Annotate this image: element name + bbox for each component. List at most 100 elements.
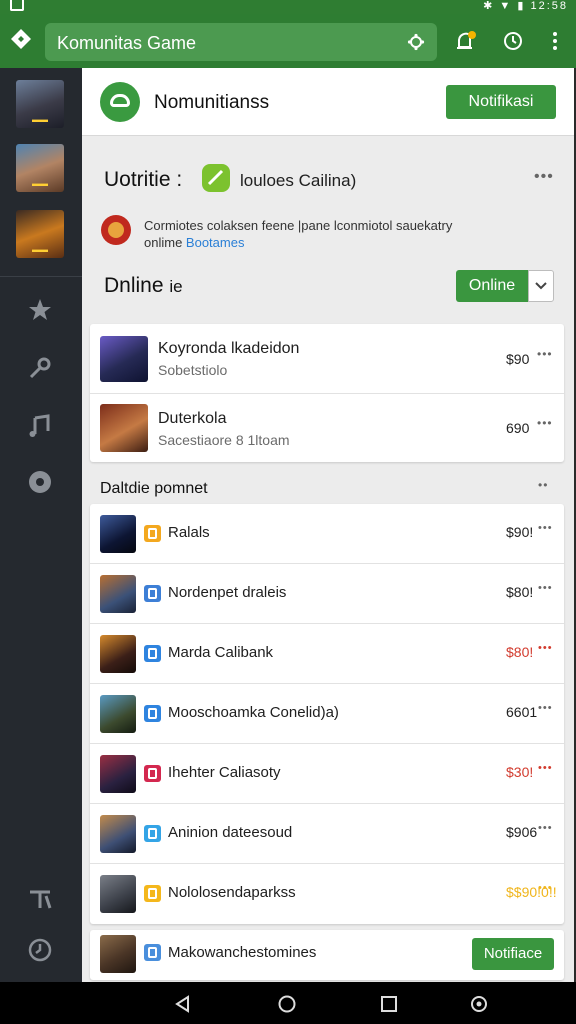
app-logo-icon[interactable] xyxy=(10,28,32,50)
daftar-row-value: 6601 xyxy=(506,704,538,720)
row-more-icon[interactable]: ••• xyxy=(538,822,553,834)
footer-badge-icon xyxy=(144,944,161,961)
assistant-icon[interactable] xyxy=(470,995,488,1013)
daftar-row[interactable]: Nordenpet draleis $80! ••• xyxy=(90,564,564,624)
page-header: Nomunitianss Notifikasi xyxy=(82,68,574,136)
notice-line-1: Cormiotes colaksen feene |pane lconmioto… xyxy=(144,218,453,233)
online-title-suffix: ie xyxy=(169,277,183,296)
online-row-sub: Sobetstiolo xyxy=(158,362,228,378)
game-thumb-2-logo: ▬▬ xyxy=(32,179,48,188)
online-title: Dnline ie xyxy=(104,274,183,298)
daftar-row-value: $80! xyxy=(506,644,534,660)
notifikasi-button[interactable]: Notifikasi xyxy=(446,85,556,119)
wifi-icon: ▼ xyxy=(499,0,513,12)
daftar-badge-icon xyxy=(144,825,161,842)
daftar-badge-icon xyxy=(144,705,161,722)
daftar-row[interactable]: Nololosendaparkss $$90!0!! ••• xyxy=(90,864,564,924)
featured-more-icon[interactable]: ••• xyxy=(534,168,554,186)
online-game-image xyxy=(100,336,148,382)
clock-text: 12:58 xyxy=(530,0,568,12)
community-avatar-icon[interactable] xyxy=(100,82,140,122)
online-filter-dropdown[interactable] xyxy=(528,270,554,302)
app-bar: Komunitas Game xyxy=(0,14,576,68)
daftar-badge-icon xyxy=(144,585,161,602)
notice-avatar-icon[interactable] xyxy=(100,214,132,246)
row-more-icon[interactable]: ••• xyxy=(538,522,553,534)
row-more-icon[interactable]: ••• xyxy=(538,882,553,894)
notice-prefix: onlime xyxy=(144,235,183,250)
scissors-icon[interactable] xyxy=(26,886,54,914)
daftar-badge-icon xyxy=(144,645,161,662)
daftar-row-name: Nololosendaparkss xyxy=(168,884,296,901)
daftar-badge-icon xyxy=(144,525,161,542)
row-more-icon[interactable]: ••• xyxy=(537,347,553,361)
game-thumb-1[interactable]: ▬▬ xyxy=(16,80,64,128)
more-vert-icon[interactable] xyxy=(545,30,565,52)
game-thumb-2[interactable]: ▬▬ xyxy=(16,144,64,192)
daftar-row[interactable]: Ihehter Caliasoty $30! ••• xyxy=(90,744,564,804)
online-row[interactable]: Koyronda lkadeidon Sobetstiolo $90 ••• xyxy=(90,324,564,394)
battery-icon: ▮ xyxy=(517,0,526,12)
sd-card-icon xyxy=(10,0,24,11)
record-icon[interactable] xyxy=(26,468,54,496)
daftar-badge-icon xyxy=(144,765,161,782)
row-more-icon[interactable]: ••• xyxy=(538,702,553,714)
row-more-icon[interactable]: ••• xyxy=(537,416,553,430)
home-icon[interactable] xyxy=(278,995,296,1013)
notice-link[interactable]: Bootames xyxy=(186,235,245,250)
main-panel: Nomunitianss Notifikasi Uotritie : loulo… xyxy=(82,68,574,982)
rail-divider xyxy=(0,276,82,277)
online-row-name: Koyronda lkadeidon xyxy=(158,340,300,357)
daftar-row-name: Aninion dateesoud xyxy=(168,824,293,841)
daftar-game-image xyxy=(100,815,136,853)
daftar-row-value: $80! xyxy=(506,584,534,600)
row-more-icon[interactable]: ••• xyxy=(538,642,553,654)
key-icon[interactable] xyxy=(26,354,54,382)
footer-item-name: Makowanchestomines xyxy=(168,944,317,961)
daftar-row-name: Marda Calibank xyxy=(168,644,274,661)
daftar-row[interactable]: Aninion dateesoud $906 ••• xyxy=(90,804,564,864)
row-more-icon[interactable]: ••• xyxy=(538,582,553,594)
online-game-image xyxy=(100,404,148,452)
daftar-row[interactable]: Mooschoamka Conelid)a) 6601 ••• xyxy=(90,684,564,744)
recents-icon[interactable] xyxy=(380,995,398,1013)
back-icon[interactable] xyxy=(174,995,192,1013)
game-thumb-1-logo: ▬▬ xyxy=(32,115,48,124)
daftar-row[interactable]: Ralals $90! ••• xyxy=(90,504,564,564)
daftar-card: Ralals $90! ••• Nordenpet draleis $80! ••• Mar… xyxy=(90,504,564,924)
daftar-row-name: Nordenpet draleis xyxy=(168,584,287,601)
daftar-more-icon[interactable]: •• xyxy=(538,478,548,492)
row-more-icon[interactable]: ••• xyxy=(538,762,553,774)
daftar-row[interactable]: Marda Calibank $80! ••• xyxy=(90,624,564,684)
daftar-title: Daltdie pomnet xyxy=(100,480,208,497)
clock-icon[interactable] xyxy=(26,936,54,964)
left-rail: ▬▬ ▬▬ ▬▬ xyxy=(0,68,82,982)
online-row[interactable]: Duterkola Sacestiaore 8 1ltoam 690 ••• xyxy=(90,394,564,462)
settings-icon[interactable] xyxy=(407,33,425,51)
tag-icon[interactable] xyxy=(200,162,232,194)
status-bar: ✱ ▼ ▮ 12:58 xyxy=(0,0,576,14)
daftar-row-name: Ihehter Caliasoty xyxy=(168,764,281,781)
daftar-game-image xyxy=(100,755,136,793)
game-thumb-3[interactable]: ▬▬ xyxy=(16,210,64,258)
online-row-value: 690 xyxy=(506,420,530,436)
search-box[interactable]: Komunitas Game xyxy=(45,23,437,61)
notifiace-button[interactable]: Notifiace xyxy=(472,938,554,970)
footer-game-image xyxy=(100,935,136,973)
system-nav-bar xyxy=(0,982,576,1024)
daftar-game-image xyxy=(100,875,136,913)
notification-bell-icon[interactable] xyxy=(455,30,477,52)
online-filter-button[interactable]: Online xyxy=(456,270,528,302)
daftar-badge-icon xyxy=(144,885,161,902)
daftar-row-value: $906 xyxy=(506,824,538,840)
footer-item-card[interactable]: Makowanchestomines Notifiace xyxy=(90,930,564,980)
daftar-game-image xyxy=(100,575,136,613)
music-icon[interactable] xyxy=(26,412,54,440)
star-icon[interactable] xyxy=(26,296,54,324)
daftar-row-value: $90! xyxy=(506,524,534,540)
online-row-sub: Sacestiaore 8 1ltoam xyxy=(158,432,290,448)
featured-tag-text: louloes Cailina) xyxy=(240,171,357,190)
daftar-game-image xyxy=(100,515,136,553)
history-icon[interactable] xyxy=(502,30,524,52)
bluetooth-icon: ✱ xyxy=(483,0,495,12)
